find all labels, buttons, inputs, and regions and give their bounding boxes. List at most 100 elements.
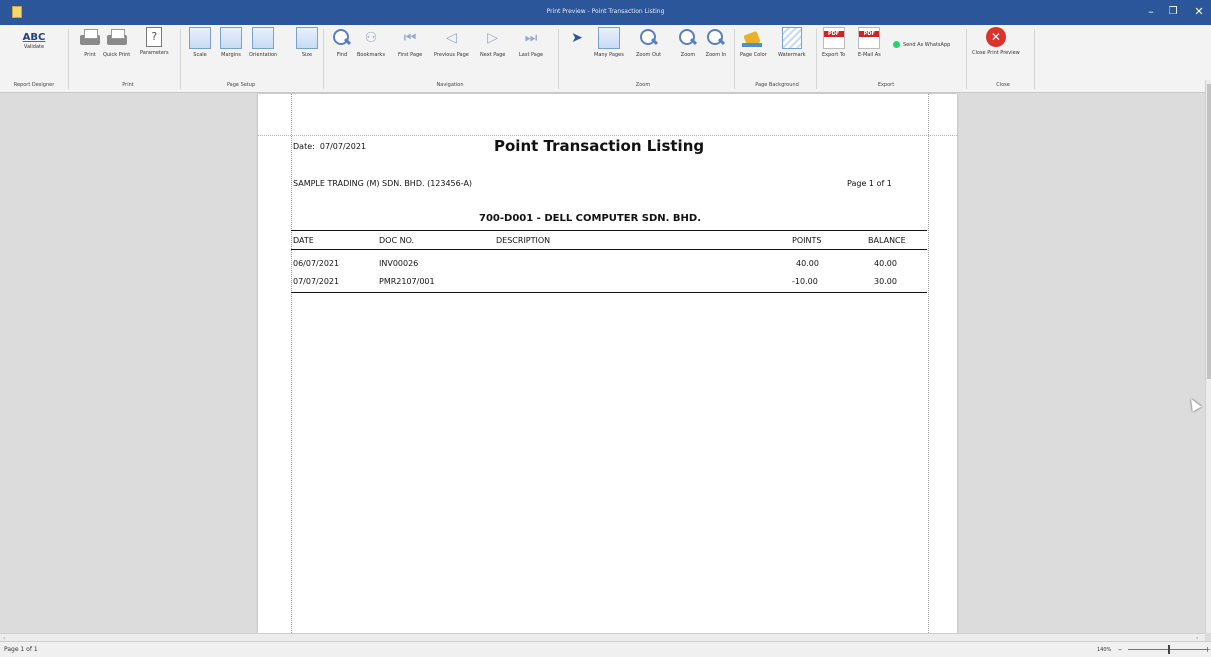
export-to-button[interactable]: Export To — [822, 27, 845, 58]
print-label: Print — [84, 52, 96, 58]
validate-button[interactable]: ABC Validate — [22, 27, 46, 50]
parameters-button[interactable]: ? Parameters — [140, 27, 169, 56]
next-page-button[interactable]: ▷ Next Page — [480, 27, 505, 58]
zoom-in-status-button[interactable]: + — [1204, 645, 1211, 654]
margins-button[interactable]: Margins — [220, 27, 242, 58]
divider — [966, 29, 967, 89]
zoom-in-icon — [705, 27, 727, 49]
watermark-label: Watermark — [778, 52, 806, 58]
row1-points: 40.00 — [796, 259, 819, 268]
bookmarks-icon: ⚇ — [364, 30, 378, 46]
page-color-button[interactable]: Page Color — [740, 27, 767, 58]
divider — [734, 29, 735, 89]
report-title: Point Transaction Listing — [494, 137, 705, 155]
first-page-button[interactable]: ⏮ First Page — [398, 27, 422, 58]
close-print-preview-button[interactable]: ✕ Close Print Preview — [972, 27, 1020, 56]
row1-date: 06/07/2021 — [293, 259, 340, 268]
divider — [1034, 29, 1035, 89]
col-points: POINTS — [792, 236, 822, 245]
group-page-background: Page Background — [755, 82, 799, 88]
validate-label: Validate — [23, 44, 45, 50]
date-caption: Date: — [293, 142, 315, 151]
header-top-rule — [291, 230, 927, 231]
report-page: Date: 07/07/2021 Point Transaction Listi… — [258, 94, 957, 633]
divider — [323, 29, 324, 89]
header-bottom-rule — [291, 249, 927, 250]
page-info: Page 1 of 1 — [847, 179, 892, 188]
many-pages-button[interactable]: Many Pages — [594, 27, 624, 58]
vertical-scrollbar[interactable] — [1205, 80, 1211, 633]
zoom-in-label: Zoom In — [705, 52, 727, 58]
preview-workspace[interactable]: Date: 07/07/2021 Point Transaction Listi… — [0, 93, 1205, 633]
horizontal-scrollbar[interactable]: ‹ › — [0, 633, 1205, 642]
email-as-button[interactable]: E-Mail As — [858, 27, 881, 58]
printer-icon — [78, 27, 102, 49]
status-page-info: Page 1 of 1 — [4, 646, 38, 653]
zoom-out-icon — [638, 27, 660, 49]
zoom-out-status-button[interactable]: – — [1118, 645, 1122, 654]
margins-label: Margins — [221, 52, 241, 58]
bookmarks-button[interactable]: ⚇ Bookmarks — [357, 27, 385, 58]
divider — [68, 29, 69, 89]
last-page-label: Last Page — [519, 52, 544, 58]
email-as-label: E-Mail As — [858, 52, 881, 58]
close-window-button[interactable]: ✕ — [1189, 5, 1209, 19]
col-balance: BALANCE — [868, 236, 906, 245]
watermark-icon — [781, 27, 802, 49]
right-margin-guide — [928, 94, 929, 633]
orientation-button[interactable]: Orientation — [249, 27, 277, 58]
parameters-label: Parameters — [140, 50, 169, 56]
status-bar: Page 1 of 1 140% – + — [0, 641, 1211, 657]
spellcheck-icon: ABC — [22, 32, 46, 43]
send-whatsapp-button[interactable]: Send As WhatsApp — [893, 41, 950, 48]
previous-page-label: Previous Page — [434, 52, 469, 58]
next-page-icon: ▷ — [487, 30, 499, 46]
watermark-button[interactable]: Watermark — [778, 27, 806, 58]
export-to-label: Export To — [822, 52, 846, 58]
zoom-slider-thumb[interactable] — [1168, 645, 1170, 654]
orientation-label: Orientation — [249, 52, 278, 58]
title-bar: Print Preview - Point Transaction Listin… — [0, 0, 1211, 25]
zoom-out-button[interactable]: Zoom Out — [636, 27, 661, 58]
divider — [180, 29, 181, 89]
company-name: SAMPLE TRADING (M) SDN. BHD. (123456-A) — [293, 179, 473, 188]
next-page-label: Next Page — [480, 52, 506, 58]
group-zoom: Zoom — [635, 82, 651, 88]
find-button[interactable]: Find — [331, 27, 353, 58]
find-icon — [331, 27, 353, 49]
row2-date: 07/07/2021 — [293, 277, 340, 286]
window-title: Print Preview - Point Transaction Listin… — [546, 8, 665, 15]
vertical-scroll-thumb[interactable] — [1207, 84, 1211, 379]
date-label: Date: 07/07/2021 — [293, 142, 366, 151]
scale-button[interactable]: Scale — [189, 27, 211, 58]
page-size-icon — [296, 27, 318, 49]
zoom-label: Zoom — [680, 52, 696, 58]
many-pages-icon — [597, 27, 620, 49]
row2-points: -10.00 — [792, 277, 818, 286]
zoom-button[interactable]: Zoom — [677, 27, 699, 58]
parameters-icon: ? — [146, 27, 163, 47]
quick-printer-icon — [105, 27, 129, 49]
pointer-icon: ➤ — [571, 30, 583, 46]
last-page-button[interactable]: ⏭ Last Page — [519, 27, 543, 58]
first-page-label: First Page — [398, 52, 423, 58]
quick-print-button[interactable]: Quick Print — [103, 27, 130, 58]
many-pages-label: Many Pages — [594, 52, 624, 58]
ribbon: ABC Validate Report Designer Print Quick… — [0, 25, 1211, 93]
group-report-designer: Report Designer — [13, 82, 55, 88]
size-label: Size — [301, 52, 313, 58]
row2-balance: 30.00 — [874, 277, 897, 286]
zoom-slider[interactable] — [1128, 645, 1206, 654]
pointer-tool[interactable]: ➤ — [566, 27, 588, 52]
zoom-in-button[interactable]: Zoom In — [705, 27, 727, 58]
size-button[interactable]: Size — [296, 27, 318, 58]
orientation-icon — [252, 27, 275, 49]
close-icon: ✕ — [985, 27, 1006, 47]
previous-page-button[interactable]: ◁ Previous Page — [434, 27, 469, 58]
print-button[interactable]: Print — [78, 27, 102, 58]
minimize-button[interactable]: – — [1141, 5, 1161, 19]
row1-doc-no: INV00026 — [379, 259, 419, 268]
scale-label: Scale — [193, 52, 207, 58]
maximize-button[interactable]: ❐ — [1163, 5, 1183, 19]
col-description: DESCRIPTION — [496, 236, 551, 245]
